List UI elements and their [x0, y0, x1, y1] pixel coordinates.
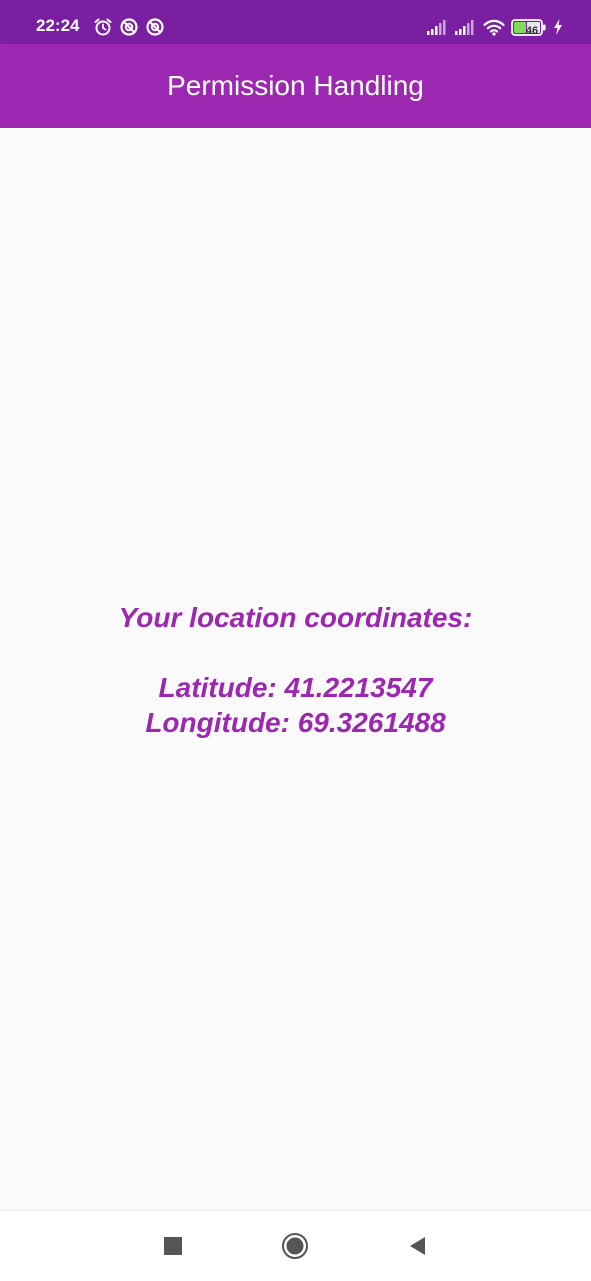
alarm-icon: [93, 17, 113, 37]
status-icons-left: [93, 16, 165, 38]
back-icon: [410, 1237, 425, 1255]
status-time: 22:24: [36, 16, 80, 35]
main-content: Your location coordinates: Latitude: 41.…: [0, 128, 591, 1210]
status-bar: 22:24 46: [0, 0, 591, 44]
app-bar: Permission Handling: [0, 44, 591, 128]
latitude-text: Latitude: 41.2213547: [158, 672, 433, 703]
status-icons-right: 46: [427, 15, 563, 39]
navigation-bar: [0, 1210, 591, 1281]
signal-icon: [455, 19, 477, 35]
recents-button[interactable]: [158, 1231, 188, 1261]
home-icon: [282, 1233, 308, 1259]
charging-icon: [553, 19, 563, 35]
sync-icon: [145, 17, 165, 37]
back-button[interactable]: [402, 1231, 432, 1261]
signal-icon: [427, 19, 449, 35]
recents-icon: [164, 1237, 182, 1255]
location-coordinates: Your location coordinates: Latitude: 41.…: [0, 600, 591, 740]
sync-icon: [119, 17, 139, 37]
longitude-text: Longitude: 69.3261488: [145, 707, 446, 738]
coordinates-heading: Your location coordinates:: [118, 602, 473, 633]
battery-level: 46: [525, 24, 539, 37]
page-title: Permission Handling: [167, 70, 424, 101]
battery-icon: 46: [511, 18, 547, 37]
wifi-icon: [483, 19, 505, 36]
home-button[interactable]: [280, 1231, 310, 1261]
